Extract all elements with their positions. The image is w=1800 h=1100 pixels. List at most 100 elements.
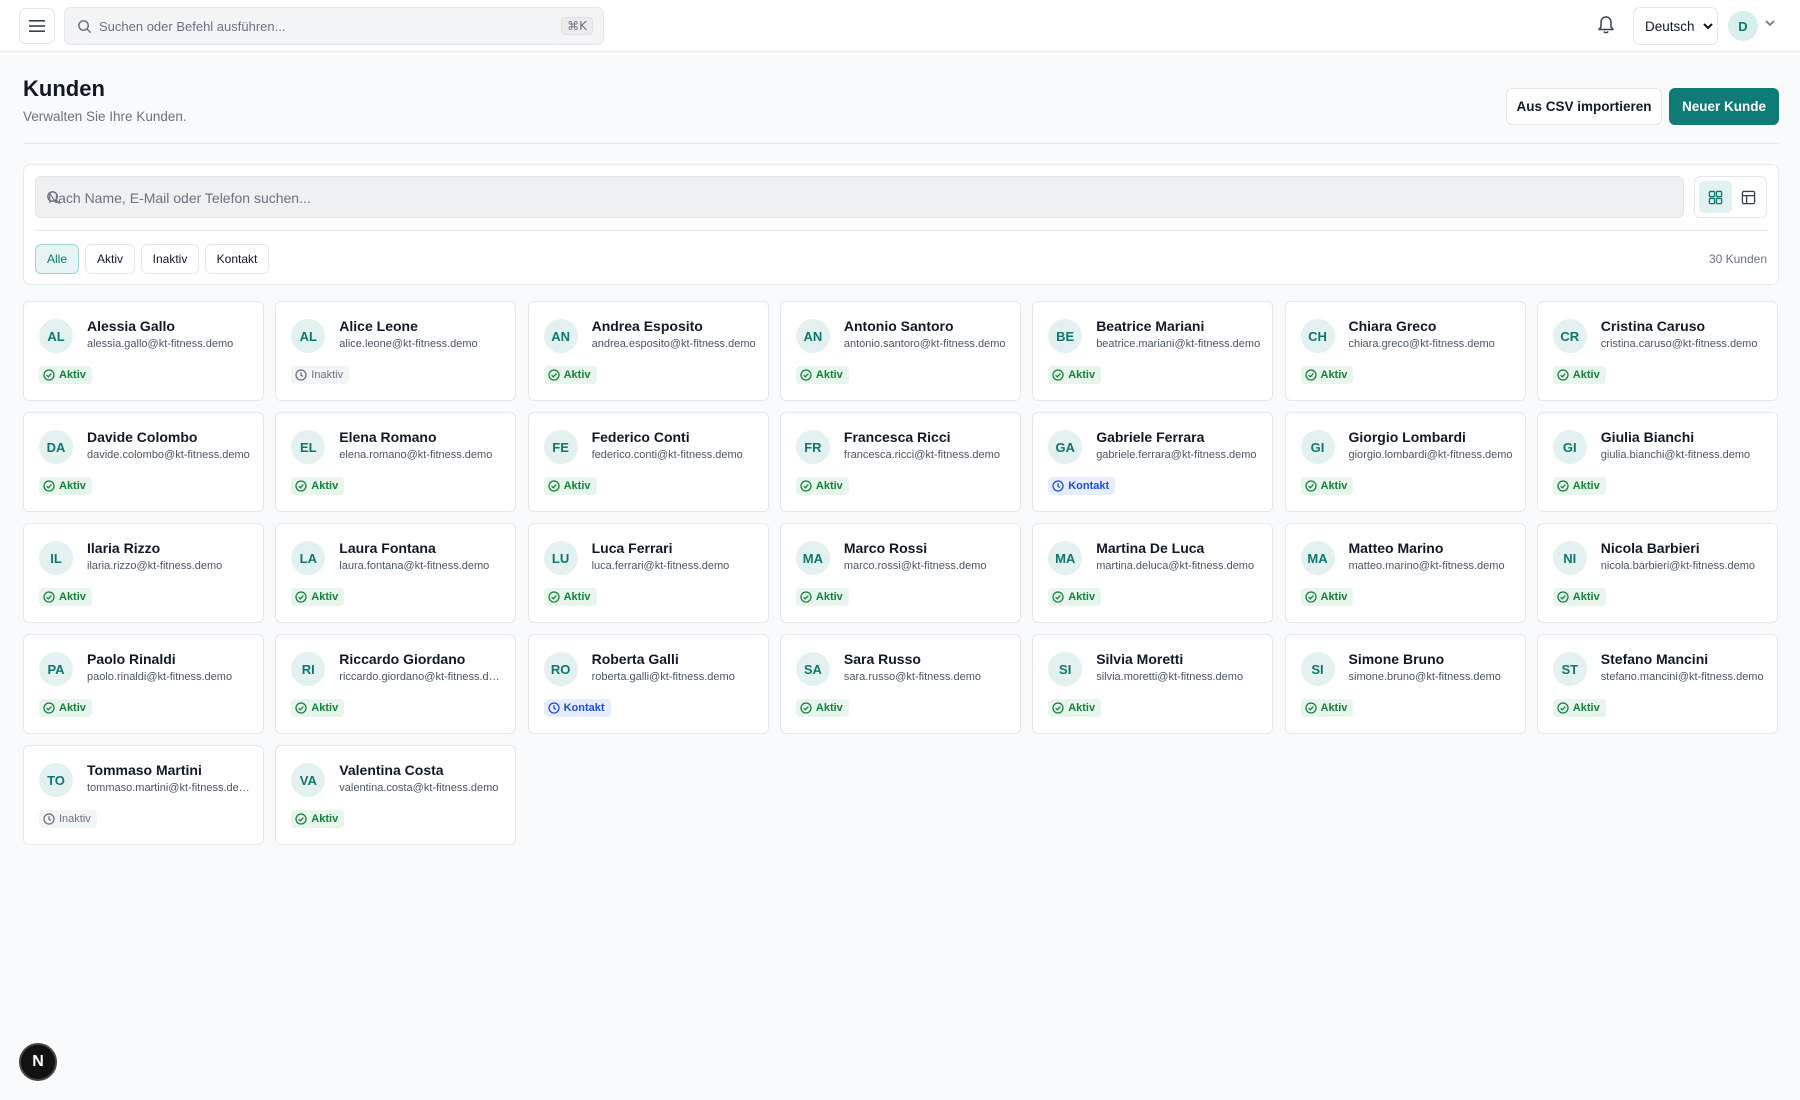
- grid-view-button[interactable]: [1699, 181, 1732, 213]
- customer-card[interactable]: LU Luca Ferrari luca.ferrari@kt-fitness.de…: [527, 523, 769, 623]
- customer-card[interactable]: FR Francesca Ricci francesca.ricci@kt-fitn…: [779, 412, 1021, 512]
- customer-name: Antonio Santoro: [843, 318, 954, 334]
- customer-card[interactable]: RO Roberta Galli roberta.galli@kt-fitness.…: [527, 634, 769, 734]
- status-badge: Kontakt: [543, 699, 611, 717]
- customer-card[interactable]: PA Paolo Rinaldi paolo.rinaldi@kt-fitness.…: [23, 634, 264, 734]
- panel-divider: [35, 230, 1768, 231]
- filter-chip-kontakt[interactable]: Kontakt: [205, 244, 269, 274]
- customer-card[interactable]: VA Valentina Costa valentina.costa@kt-fitn…: [275, 745, 517, 845]
- grid-icon: [1708, 190, 1723, 204]
- customer-card[interactable]: IL Ilaria Rizzo ilaria.rizzo@kt-fitness.de…: [23, 523, 264, 623]
- status-label: Kontakt: [563, 702, 605, 714]
- customer-email: tommaso.martini@kt-fitness.demo: [87, 782, 252, 794]
- command-search-placeholder: Suchen oder Befehl ausführen...: [99, 19, 286, 34]
- customer-card[interactable]: NI Nicola Barbieri nicola.barbieri@kt-fitn…: [1536, 523, 1778, 623]
- customer-name: Francesca Ricci: [843, 429, 951, 445]
- status-label: Aktiv: [1320, 369, 1348, 381]
- customer-avatar: NI: [1552, 541, 1587, 575]
- customer-avatar: CR: [1552, 319, 1587, 353]
- customer-count: 30 Kunden: [1708, 252, 1767, 266]
- customer-card[interactable]: DA Davide Colombo davide.colombo@kt-fitnes…: [23, 412, 264, 512]
- clock-icon: [295, 369, 307, 381]
- table-icon: [1741, 190, 1756, 204]
- user-avatar[interactable]: D: [1728, 11, 1758, 41]
- status-label: Inaktiv: [59, 813, 91, 825]
- customer-name: Matteo Marino: [1348, 540, 1444, 556]
- status-label: Aktiv: [563, 591, 591, 603]
- status-badge: Aktiv: [795, 366, 849, 384]
- customer-card[interactable]: AN Andrea Esposito andrea.esposito@kt-fitn…: [527, 301, 769, 401]
- filter-chip-inaktiv[interactable]: Inaktiv: [141, 244, 199, 274]
- customer-card[interactable]: FE Federico Conti federico.conti@kt-fitnes…: [527, 412, 769, 512]
- status-badge: Aktiv: [795, 477, 849, 495]
- status-badge: Aktiv: [291, 477, 345, 495]
- status-label: Aktiv: [311, 813, 339, 825]
- customer-card[interactable]: SI Simone Bruno simone.bruno@kt-fitness.de…: [1284, 634, 1526, 734]
- status-badge: Aktiv: [39, 366, 92, 384]
- status-badge: Aktiv: [1552, 366, 1606, 384]
- status-badge: Aktiv: [795, 588, 849, 606]
- customer-name: Silvia Moretti: [1096, 651, 1184, 667]
- customer-name: Martina De Luca: [1096, 540, 1205, 556]
- customer-card[interactable]: LA Laura Fontana laura.fontana@kt-fitness.…: [275, 523, 517, 623]
- customer-name: Stefano Mancini: [1600, 651, 1709, 667]
- filter-chip-alle[interactable]: Alle: [35, 244, 79, 274]
- dev-tools-button[interactable]: N: [19, 1043, 57, 1081]
- customer-avatar: RO: [543, 652, 578, 686]
- customer-card[interactable]: GI Giulia Bianchi giulia.bianchi@kt-fitnes…: [1536, 412, 1778, 512]
- status-label: Aktiv: [563, 480, 591, 492]
- customer-card[interactable]: AL Alice Leone alice.leone@kt-fitness.demo…: [275, 301, 517, 401]
- customer-email: paolo.rinaldi@kt-fitness.demo: [87, 671, 233, 683]
- customer-avatar: GA: [1048, 430, 1083, 464]
- customer-name: Roberta Galli: [591, 651, 679, 667]
- customer-card[interactable]: CH Chiara Greco chiara.greco@kt-fitness.de…: [1284, 301, 1526, 401]
- status-label: Inaktiv: [311, 369, 344, 381]
- customer-card[interactable]: GI Giorgio Lombardi giorgio.lombardi@kt-fi…: [1284, 412, 1526, 512]
- customer-email: matteo.marino@kt-fitness.demo: [1348, 560, 1505, 572]
- status-badge: Aktiv: [1300, 366, 1354, 384]
- bell-icon[interactable]: [1597, 15, 1615, 35]
- customer-name: Giorgio Lombardi: [1348, 429, 1466, 445]
- customer-card[interactable]: BE Beatrice Mariani beatrice.mariani@kt-fi…: [1032, 301, 1274, 401]
- table-view-button[interactable]: [1732, 181, 1765, 213]
- customer-card[interactable]: CR Cristina Caruso cristina.caruso@kt-fitn…: [1536, 301, 1778, 401]
- check-circle-icon: [1557, 702, 1569, 714]
- customer-card[interactable]: GA Gabriele Ferrara gabriele.ferrara@kt-fi…: [1032, 412, 1274, 512]
- check-circle-icon: [295, 813, 307, 825]
- status-badge: Aktiv: [1048, 588, 1102, 606]
- menu-button[interactable]: [19, 8, 55, 44]
- command-search[interactable]: Suchen oder Befehl ausführen... ⌘K: [64, 7, 604, 45]
- customer-card[interactable]: AL Alessia Gallo alessia.gallo@kt-fitness.…: [23, 301, 264, 401]
- customer-card[interactable]: TO Tommaso Martini tommaso.martini@kt-fitn…: [23, 745, 264, 845]
- customer-card[interactable]: SA Sara Russo sara.russo@kt-fitness.demo Ak…: [779, 634, 1021, 734]
- status-label: Aktiv: [1572, 591, 1600, 603]
- customer-avatar: DA: [39, 430, 73, 464]
- status-badge: Aktiv: [543, 477, 597, 495]
- customer-card[interactable]: MA Martina De Luca martina.deluca@kt-fitne…: [1032, 523, 1274, 623]
- filter-chip-aktiv[interactable]: Aktiv: [85, 244, 135, 274]
- check-circle-icon: [1304, 591, 1317, 603]
- shortcut-hint: ⌘K: [561, 17, 593, 35]
- customer-avatar: VA: [291, 763, 326, 797]
- customer-card[interactable]: ST Stefano Mancini stefano.mancini@kt-fitn…: [1536, 634, 1778, 734]
- customer-card[interactable]: MA Matteo Marino matteo.marino@kt-fitness.…: [1284, 523, 1526, 623]
- status-label: Aktiv: [1068, 702, 1096, 714]
- user-menu-chevron-icon[interactable]: [1764, 18, 1776, 28]
- customer-avatar: MA: [1300, 541, 1335, 575]
- chevron-down-icon: [1702, 23, 1713, 30]
- new-customer-button[interactable]: Neuer Kunde: [1669, 88, 1779, 125]
- customer-card[interactable]: EL Elena Romano elena.romano@kt-fitness.de…: [275, 412, 517, 512]
- page-subtitle: Verwalten Sie Ihre Kunden.: [23, 109, 187, 124]
- check-circle-icon: [800, 702, 812, 714]
- import-csv-button[interactable]: Aus CSV importieren: [1506, 88, 1662, 125]
- customer-card[interactable]: SI Silvia Moretti silvia.moretti@kt-fitnes…: [1032, 634, 1274, 734]
- customer-name: Nicola Barbieri: [1600, 540, 1700, 556]
- customer-card[interactable]: MA Marco Rossi marco.rossi@kt-fitness.demo…: [779, 523, 1021, 623]
- language-select[interactable]: Deutsch: [1633, 7, 1718, 45]
- customer-card[interactable]: RI Riccardo Giordano riccardo.giordano@kt-…: [275, 634, 517, 734]
- customer-search-input[interactable]: Nach Name, E-Mail oder Telefon suchen...: [35, 176, 1684, 218]
- customer-avatar: SA: [795, 652, 830, 686]
- status-label: Aktiv: [1572, 480, 1600, 492]
- customer-email: federico.conti@kt-fitness.demo: [591, 449, 743, 461]
- customer-card[interactable]: AN Antonio Santoro antonio.santoro@kt-fitn…: [779, 301, 1021, 401]
